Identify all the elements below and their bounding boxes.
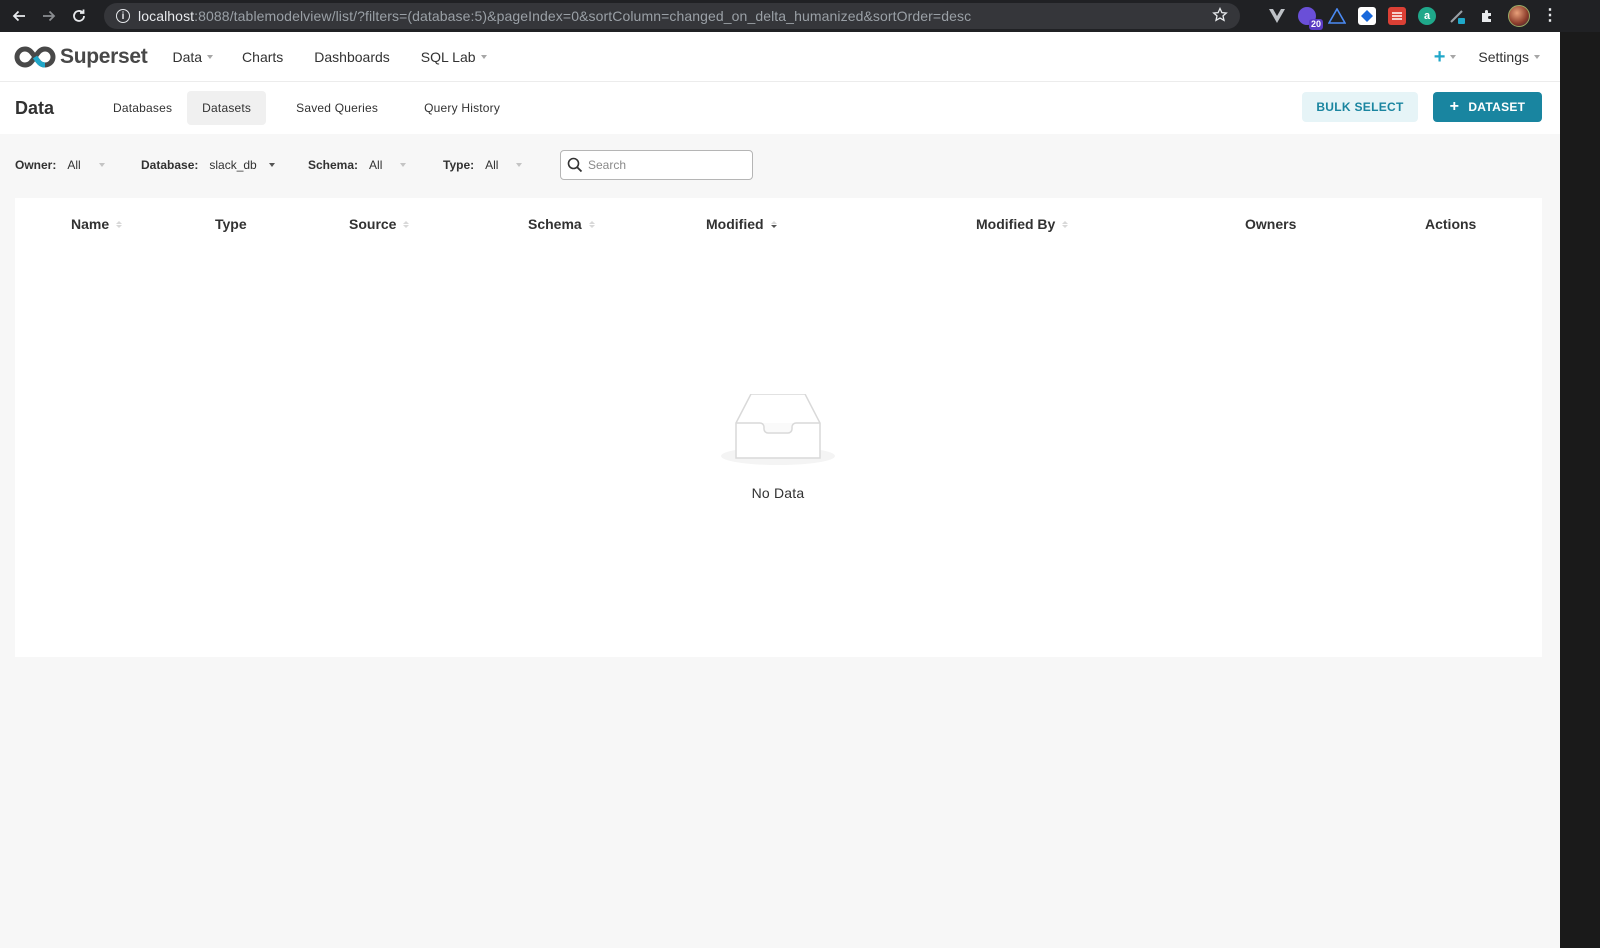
- schema-filter[interactable]: Schema: All: [308, 150, 407, 180]
- column-header-label: Owners: [1245, 216, 1297, 232]
- url-text: localhost:8088/tablemodelview/list/?filt…: [138, 8, 972, 24]
- bulk-select-button[interactable]: BULK SELECT: [1302, 92, 1418, 122]
- sort-icon: [116, 220, 123, 228]
- diamond-extension-icon[interactable]: [1358, 7, 1376, 25]
- add-dataset-button[interactable]: + DATASET: [1433, 92, 1542, 122]
- empty-state-text: No Data: [751, 485, 805, 501]
- menu-data[interactable]: Data: [172, 48, 214, 65]
- brand-name: Superset: [60, 44, 148, 68]
- column-header-label: Actions: [1425, 216, 1477, 232]
- tab-databases[interactable]: Databases: [98, 91, 187, 125]
- back-icon[interactable]: [4, 1, 34, 31]
- menu-dashboards-label: Dashboards: [314, 48, 390, 65]
- browser-menu-icon[interactable]: ⋮: [1542, 8, 1558, 24]
- add-dataset-label: DATASET: [1468, 100, 1526, 114]
- caret-down-icon: [1450, 55, 1457, 59]
- schema-filter-label: Schema:: [308, 158, 359, 172]
- new-item-menu[interactable]: +: [1434, 46, 1457, 69]
- sub-header: Data Databases Datasets Saved Queries Qu…: [0, 82, 1560, 134]
- column-header-modified[interactable]: Modified: [706, 216, 777, 232]
- column-header-label: Schema: [528, 216, 582, 232]
- sort-icon: [1062, 220, 1069, 228]
- address-bar[interactable]: i localhost:8088/tablemodelview/list/?fi…: [104, 3, 1240, 29]
- type-filter-value: All: [485, 158, 499, 172]
- caret-down-icon: [516, 163, 523, 167]
- type-filter-label: Type:: [443, 158, 475, 172]
- column-header-owners: Owners: [1245, 216, 1296, 232]
- caret-down-icon: [1534, 55, 1540, 59]
- empty-inbox-icon: [721, 393, 835, 465]
- settings-label: Settings: [1478, 49, 1529, 65]
- plus-icon: +: [1433, 45, 1446, 68]
- menu-data-label: Data: [172, 48, 203, 65]
- window-edge: [1560, 32, 1600, 948]
- search-input[interactable]: [588, 158, 738, 172]
- browser-toolbar: i localhost:8088/tablemodelview/list/?fi…: [0, 0, 1600, 32]
- tab-saved-queries[interactable]: Saved Queries: [281, 91, 393, 125]
- database-filter-value: slack_db: [209, 158, 257, 172]
- column-header-label: Type: [215, 216, 247, 232]
- sort-icon: [588, 220, 595, 228]
- column-header-label: Name: [71, 216, 110, 232]
- column-header-type: Type: [215, 216, 247, 232]
- column-header-label: Source: [349, 216, 397, 232]
- extension-icon[interactable]: 20: [1298, 7, 1323, 30]
- bookmark-star-icon[interactable]: [1212, 6, 1228, 28]
- top-navigation: Superset Data Charts Dashboards SQL Lab …: [0, 32, 1560, 82]
- superset-app: Superset Data Charts Dashboards SQL Lab …: [0, 32, 1560, 948]
- caret-down-icon: [480, 54, 487, 59]
- owner-filter-value: All: [67, 158, 81, 172]
- extensions-area: 20 a ⋮: [1268, 0, 1558, 32]
- column-header-modified-by[interactable]: Modified By: [976, 216, 1069, 232]
- database-filter[interactable]: Database: slack_db: [141, 150, 275, 180]
- caret-down-icon: [98, 163, 105, 167]
- forward-icon[interactable]: [34, 1, 64, 31]
- pen-extension-icon[interactable]: [1448, 7, 1466, 25]
- sort-icon: [403, 220, 410, 228]
- type-filter[interactable]: Type: All: [443, 150, 523, 180]
- menu-sql-lab[interactable]: SQL Lab: [421, 49, 487, 65]
- search-icon: [567, 157, 583, 173]
- page-title: Data: [15, 97, 55, 118]
- filter-bar: Owner: All Database: slack_db Schema: Al…: [0, 150, 1560, 180]
- site-info-icon[interactable]: i: [116, 9, 130, 23]
- caret-down-icon: [268, 163, 275, 167]
- column-header-actions: Actions: [1425, 216, 1476, 232]
- plus-icon: +: [1449, 98, 1460, 115]
- triangle-extension-icon[interactable]: [1328, 7, 1346, 25]
- column-header-schema[interactable]: Schema: [528, 216, 595, 232]
- schema-filter-value: All: [369, 158, 383, 172]
- profile-avatar[interactable]: [1508, 5, 1530, 27]
- reload-icon[interactable]: [64, 1, 94, 31]
- menu-charts-label: Charts: [242, 48, 284, 65]
- owner-filter-label: Owner:: [15, 158, 57, 172]
- menu-charts[interactable]: Charts: [242, 49, 283, 65]
- settings-menu[interactable]: Settings: [1478, 49, 1540, 65]
- menu-sql-lab-label: SQL Lab: [420, 48, 476, 65]
- caret-down-icon: [400, 163, 407, 167]
- grammarly-extension-icon[interactable]: a: [1418, 7, 1436, 25]
- search-box[interactable]: [560, 150, 753, 180]
- tab-datasets[interactable]: Datasets: [187, 91, 267, 125]
- puzzle-extensions-icon[interactable]: [1478, 7, 1496, 25]
- database-filter-label: Database:: [141, 158, 199, 172]
- caret-down-icon: [207, 54, 214, 59]
- tab-query-history[interactable]: Query History: [409, 91, 515, 125]
- datasets-table: Name Type Source Schema Modified Modifie…: [15, 198, 1542, 657]
- menu-dashboards[interactable]: Dashboards: [314, 49, 390, 65]
- empty-state: No Data: [720, 393, 836, 501]
- extension-badge: 20: [1308, 19, 1323, 30]
- superset-logo[interactable]: Superset: [14, 44, 148, 69]
- sort-desc-icon: [770, 220, 777, 228]
- column-header-source[interactable]: Source: [349, 216, 410, 232]
- todoist-extension-icon[interactable]: [1388, 7, 1406, 25]
- owner-filter[interactable]: Owner: All: [15, 150, 105, 180]
- vue-extension-icon[interactable]: [1268, 7, 1286, 25]
- superset-logo-icon: [14, 45, 56, 68]
- column-header-name[interactable]: Name: [71, 216, 123, 232]
- column-header-label: Modified: [706, 216, 764, 232]
- column-header-label: Modified By: [976, 216, 1056, 232]
